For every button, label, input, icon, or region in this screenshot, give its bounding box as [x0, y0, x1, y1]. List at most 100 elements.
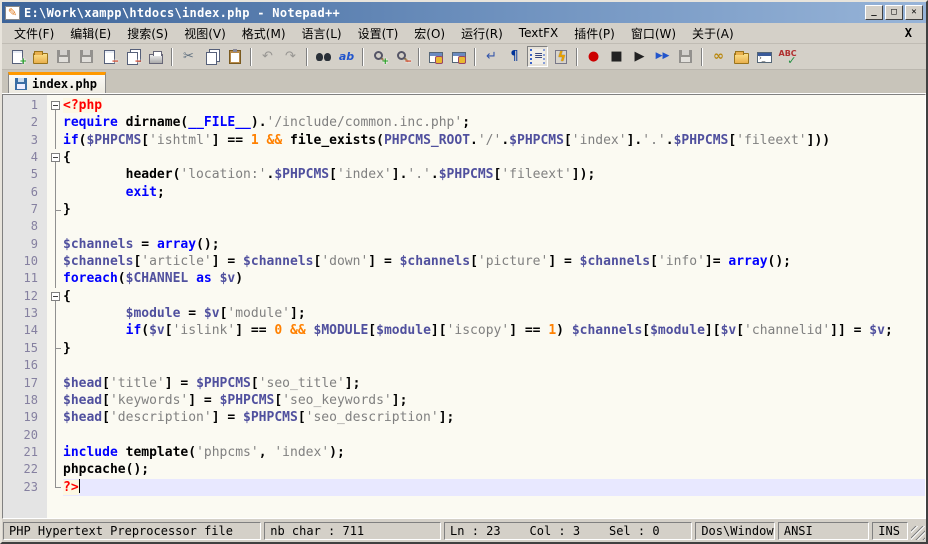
fold-margin[interactable] — [47, 201, 63, 218]
menu-item-4[interactable]: 格式(M) — [234, 23, 294, 44]
code-line-17[interactable]: 17$head['title'] = $PHPCMS['seo_title']; — [3, 375, 925, 392]
run-macro-multi-icon[interactable]: ▶▶ — [652, 46, 673, 67]
fold-margin[interactable] — [47, 97, 63, 114]
stop-macro-icon[interactable]: ■ — [606, 46, 627, 67]
show-all-chars-icon[interactable]: ¶ — [504, 46, 525, 67]
new-file-icon[interactable]: + — [7, 46, 28, 67]
fold-margin[interactable] — [47, 375, 63, 392]
menu-item-2[interactable]: 搜索(S) — [119, 23, 176, 44]
fold-margin[interactable] — [47, 184, 63, 201]
code-editor[interactable]: 1<?php2require dirname(__FILE__).'/inclu… — [2, 94, 926, 519]
open-file-icon[interactable] — [30, 46, 51, 67]
fold-margin[interactable] — [47, 236, 63, 253]
redo-icon[interactable]: ↷ — [280, 46, 301, 67]
fold-margin[interactable] — [47, 427, 63, 444]
code-line-14[interactable]: 14 if($v['islink'] == 0 && $MODULE[$modu… — [3, 322, 925, 339]
code-line-8[interactable]: 8 — [3, 218, 925, 235]
fold-margin[interactable] — [47, 114, 63, 131]
play-macro-icon[interactable]: ▶ — [629, 46, 650, 67]
code-line-13[interactable]: 13 $module = $v['module']; — [3, 305, 925, 322]
fold-collapse-icon[interactable] — [51, 292, 60, 301]
menu-item-9[interactable]: TextFX — [511, 24, 566, 42]
fold-margin[interactable] — [47, 409, 63, 426]
fold-margin[interactable] — [47, 270, 63, 287]
save-all-icon[interactable] — [76, 46, 97, 67]
print-icon[interactable] — [145, 46, 166, 67]
fold-margin[interactable] — [47, 132, 63, 149]
code-line-2[interactable]: 2require dirname(__FILE__).'/include/com… — [3, 114, 925, 131]
close-doc-icon[interactable]: − — [99, 46, 120, 67]
fold-margin[interactable] — [47, 322, 63, 339]
doc-close-button[interactable]: X — [895, 26, 922, 40]
fold-margin[interactable] — [47, 253, 63, 270]
fold-collapse-icon[interactable] — [51, 101, 60, 110]
sync-vertical-icon[interactable] — [425, 46, 446, 67]
menu-item-11[interactable]: 窗口(W) — [623, 23, 684, 44]
spellcheck-icon[interactable] — [777, 46, 798, 67]
menu-item-0[interactable]: 文件(F) — [6, 23, 62, 44]
copy-icon[interactable] — [201, 46, 222, 67]
fold-margin[interactable] — [47, 357, 63, 374]
resize-grip[interactable] — [911, 526, 925, 540]
textfx-link-icon[interactable]: ∞ — [708, 46, 729, 67]
paste-icon[interactable] — [224, 46, 245, 67]
code-line-7[interactable]: 7} — [3, 201, 925, 218]
fold-margin[interactable] — [47, 340, 63, 357]
code-line-19[interactable]: 19$head['description'] = $PHPCMS['seo_de… — [3, 409, 925, 426]
console-icon[interactable] — [754, 46, 775, 67]
menu-item-6[interactable]: 设置(T) — [350, 23, 407, 44]
code-line-1[interactable]: 1<?php — [3, 97, 925, 114]
menu-item-8[interactable]: 运行(R) — [453, 23, 511, 44]
minimize-button[interactable]: _ — [865, 5, 883, 20]
save-macro-icon[interactable] — [675, 46, 696, 67]
code-line-6[interactable]: 6 exit; — [3, 184, 925, 201]
save-icon[interactable] — [53, 46, 74, 67]
tab-index-php[interactable]: index.php — [8, 72, 106, 93]
code-line-16[interactable]: 16 — [3, 357, 925, 374]
indent-guide-icon[interactable] — [527, 46, 548, 67]
zoom-out-icon[interactable]: − — [392, 46, 413, 67]
fold-collapse-icon[interactable] — [51, 153, 60, 162]
code-line-20[interactable]: 20 — [3, 427, 925, 444]
cut-icon[interactable]: ✂ — [178, 46, 199, 67]
code-line-11[interactable]: 11foreach($CHANNEL as $v) — [3, 270, 925, 287]
fold-margin[interactable] — [47, 149, 63, 166]
maximize-button[interactable]: □ — [885, 5, 903, 20]
menu-item-5[interactable]: 语言(L) — [294, 23, 350, 44]
code-line-10[interactable]: 10$channels['article'] = $channels['down… — [3, 253, 925, 270]
fold-margin[interactable] — [47, 479, 63, 496]
code-line-3[interactable]: 3if($PHPCMS['ishtml'] == 1 && file_exist… — [3, 132, 925, 149]
function-completion-icon[interactable] — [550, 46, 571, 67]
menu-item-7[interactable]: 宏(O) — [406, 23, 453, 44]
undo-icon[interactable]: ↶ — [257, 46, 278, 67]
fold-margin[interactable] — [47, 166, 63, 183]
code-line-21[interactable]: 21include template('phpcms', 'index'); — [3, 444, 925, 461]
replace-icon[interactable]: ab — [336, 46, 357, 67]
find-icon[interactable] — [313, 46, 334, 67]
code-line-22[interactable]: 22phpcache(); — [3, 461, 925, 478]
sync-horizontal-icon[interactable] — [448, 46, 469, 67]
close-button[interactable]: ✕ — [905, 5, 923, 20]
code-line-12[interactable]: 12{ — [3, 288, 925, 305]
code-line-23[interactable]: 23?> — [3, 479, 925, 496]
fold-margin[interactable] — [47, 461, 63, 478]
menu-item-3[interactable]: 视图(V) — [176, 23, 234, 44]
code-line-15[interactable]: 15} — [3, 340, 925, 357]
title-bar[interactable]: ✎ E:\Work\xampp\htdocs\index.php - Notep… — [2, 2, 926, 23]
fold-margin[interactable] — [47, 288, 63, 305]
close-all-icon[interactable]: − — [122, 46, 143, 67]
fold-margin[interactable] — [47, 392, 63, 409]
menu-item-12[interactable]: 关于(A) — [684, 23, 742, 44]
code-line-5[interactable]: 5 header('location:'.$PHPCMS['index'].'.… — [3, 166, 925, 183]
zoom-in-icon[interactable]: + — [369, 46, 390, 67]
word-wrap-icon[interactable]: ↵ — [481, 46, 502, 67]
record-macro-icon[interactable]: ● — [583, 46, 604, 67]
code-line-9[interactable]: 9$channels = array(); — [3, 236, 925, 253]
code-line-18[interactable]: 18$head['keywords'] = $PHPCMS['seo_keywo… — [3, 392, 925, 409]
menu-item-1[interactable]: 编辑(E) — [62, 23, 119, 44]
fold-margin[interactable] — [47, 305, 63, 322]
menu-item-10[interactable]: 插件(P) — [566, 23, 623, 44]
fold-margin[interactable] — [47, 218, 63, 235]
plugin-folder-icon[interactable] — [731, 46, 752, 67]
fold-margin[interactable] — [47, 444, 63, 461]
